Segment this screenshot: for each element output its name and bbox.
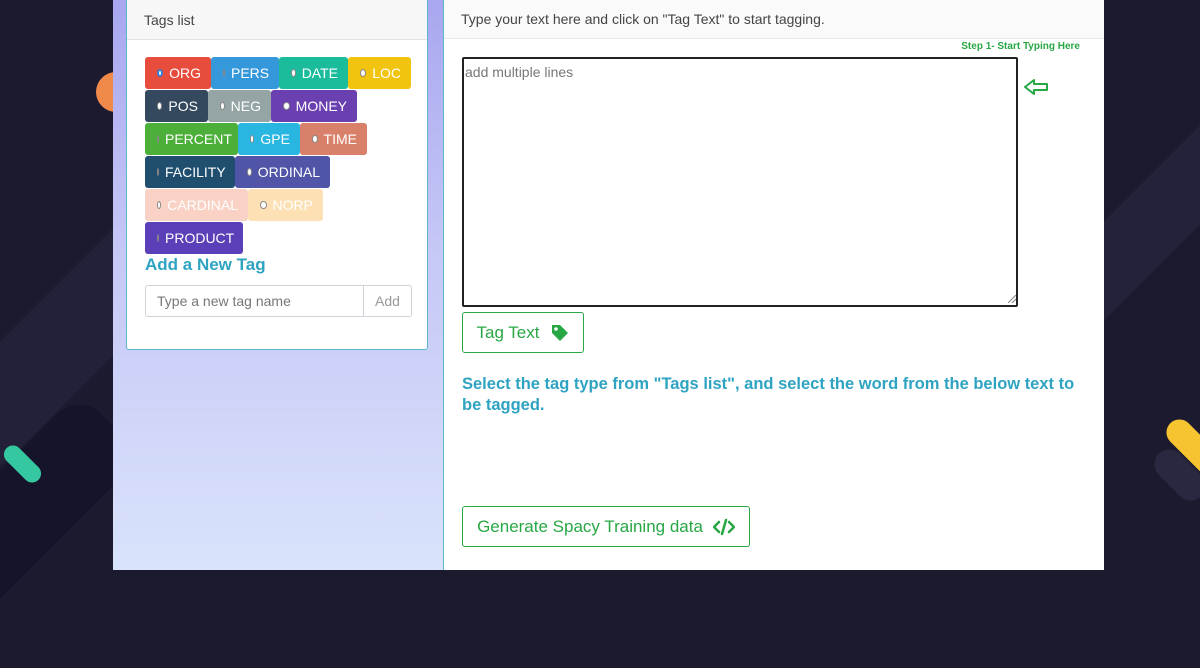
generate-training-data-button[interactable]: Generate Spacy Training data xyxy=(462,506,750,547)
left-column: Tags list ORG PERS DATE LOC POS NEG MONEY PERCE… xyxy=(113,0,443,570)
tag-label: POS xyxy=(168,98,198,114)
tag-norp[interactable]: NORP xyxy=(248,189,323,221)
arrow-left-icon xyxy=(1024,79,1048,95)
tags-list: ORG PERS DATE LOC POS NEG MONEY PERCENT GPE TIME F… xyxy=(145,57,420,255)
code-icon xyxy=(712,518,735,535)
tag-money[interactable]: MONEY xyxy=(271,90,357,122)
new-tag-input[interactable] xyxy=(145,285,364,317)
tag-time[interactable]: TIME xyxy=(300,123,367,155)
tag-date[interactable]: DATE xyxy=(279,57,348,89)
radio-icon[interactable] xyxy=(220,102,225,110)
tag-label: PERCENT xyxy=(165,131,232,147)
radio-icon[interactable] xyxy=(157,234,159,242)
radio-icon[interactable] xyxy=(157,69,164,77)
page-container: Tags list ORG PERS DATE LOC POS NEG MONEY PERCE… xyxy=(113,0,1104,570)
tag-pos[interactable]: POS xyxy=(145,90,208,122)
step-hint: Step 1- Start Typing Here xyxy=(961,41,1080,52)
radio-icon[interactable] xyxy=(291,69,296,77)
add-tag-button[interactable]: Add xyxy=(364,285,412,317)
tag-label: CARDINAL xyxy=(167,197,238,213)
tag-label: NORP xyxy=(272,197,313,213)
tagging-instructions: Select the tag type from "Tags list", an… xyxy=(462,375,1075,414)
tags-card: Tags list ORG PERS DATE LOC POS NEG MONEY PERCE… xyxy=(126,0,428,350)
tag-label: MONEY xyxy=(295,98,347,114)
tag-row: FACILITY ORDINAL xyxy=(145,156,420,189)
tag-org[interactable]: ORG xyxy=(145,57,211,89)
tag-label: TIME xyxy=(323,131,357,147)
tag-label: DATE xyxy=(301,65,338,81)
radio-icon[interactable] xyxy=(283,102,290,110)
tags-card-header: Tags list xyxy=(127,0,427,40)
radio-icon[interactable] xyxy=(157,168,159,176)
tag-neg[interactable]: NEG xyxy=(208,90,271,122)
tag-row: CARDINAL NORP xyxy=(145,189,420,222)
tag-ordinal[interactable]: ORDINAL xyxy=(235,156,330,188)
radio-icon[interactable] xyxy=(157,135,159,143)
radio-icon[interactable] xyxy=(223,69,225,77)
tag-label: FACILITY xyxy=(165,164,226,180)
tag-label: ORG xyxy=(169,65,201,81)
radio-icon[interactable] xyxy=(360,69,367,77)
radio-icon[interactable] xyxy=(247,168,252,176)
add-tag-group: Add xyxy=(145,285,412,317)
tag-pers[interactable]: PERS xyxy=(211,57,279,89)
radio-icon[interactable] xyxy=(312,135,318,143)
radio-icon[interactable] xyxy=(260,201,267,209)
resize-handle[interactable] xyxy=(1008,295,1016,303)
radio-icon[interactable] xyxy=(250,135,255,143)
tag-row: ORG PERS DATE LOC xyxy=(145,57,420,90)
tag-row: POS NEG MONEY xyxy=(145,90,420,123)
tag-label: LOC xyxy=(372,65,401,81)
tag-percent[interactable]: PERCENT xyxy=(145,123,238,155)
tag-facility[interactable]: FACILITY xyxy=(145,156,235,188)
tag-label: PERS xyxy=(231,65,270,81)
tag-label: ORDINAL xyxy=(257,164,320,180)
text-input-area[interactable] xyxy=(462,57,1018,307)
add-tag-title: Add a New Tag xyxy=(145,255,266,274)
tag-cardinal[interactable]: CARDINAL xyxy=(145,189,248,221)
tag-row: PERCENT GPE TIME xyxy=(145,123,420,156)
tag-row: PRODUCT xyxy=(145,222,420,255)
radio-icon[interactable] xyxy=(157,201,162,209)
tag-product[interactable]: PRODUCT xyxy=(145,222,243,254)
generate-label: Generate Spacy Training data xyxy=(477,516,703,536)
tag-text-label: Tag Text xyxy=(476,322,540,342)
tag-label: PRODUCT xyxy=(165,230,235,246)
tag-text-button[interactable]: Tag Text xyxy=(462,312,584,353)
tag-loc[interactable]: LOC xyxy=(348,57,411,89)
tag-icon xyxy=(551,324,568,341)
tag-label: GPE xyxy=(260,131,290,147)
radio-icon[interactable] xyxy=(157,102,163,110)
tag-label: NEG xyxy=(230,98,261,114)
tag-gpe[interactable]: GPE xyxy=(238,123,300,155)
right-column: Type your text here and click on "Tag Te… xyxy=(443,0,1104,570)
editor-header: Type your text here and click on "Tag Te… xyxy=(444,0,1104,39)
